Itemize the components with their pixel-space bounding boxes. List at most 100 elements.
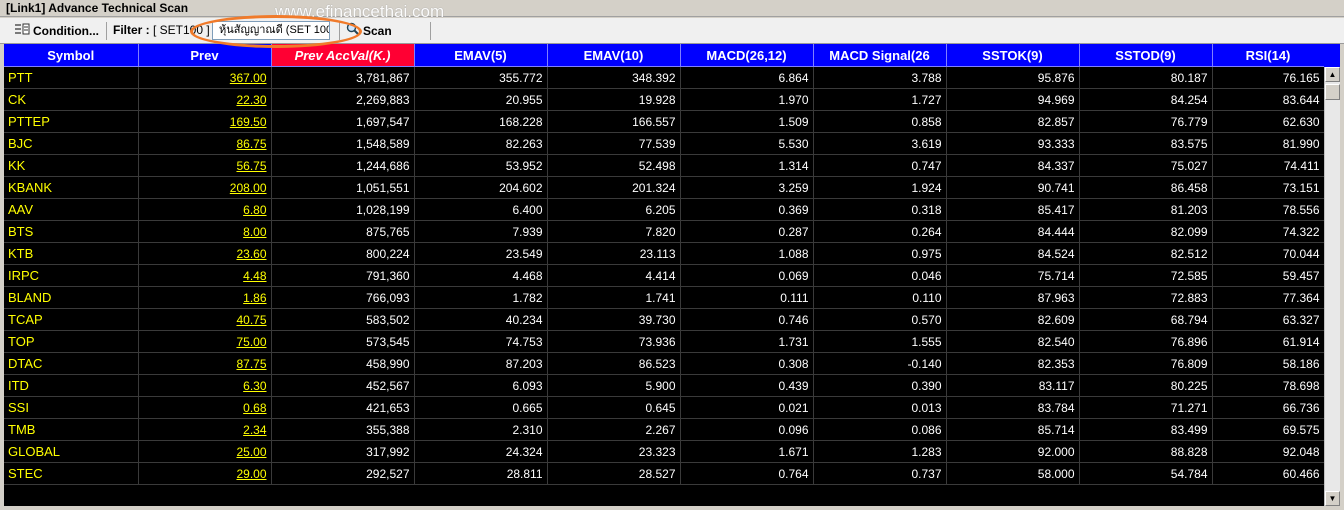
cell-prev-accval: 3,781,867 <box>271 66 415 89</box>
cell-prev[interactable]: 23.60 <box>138 242 272 265</box>
cell-emav5: 82.263 <box>414 132 548 155</box>
cell-prev[interactable]: 169.50 <box>138 110 272 133</box>
condition-button[interactable]: Condition... <box>14 20 99 41</box>
cell-emav10: 52.498 <box>547 154 681 177</box>
cell-macd: 1.731 <box>680 330 814 353</box>
cell-emav5: 6.400 <box>414 198 548 221</box>
cell-macd-signal: 1.555 <box>813 330 947 353</box>
table-row[interactable]: TCAP 40.75 583,502 40.234 39.730 0.746 0.570 82… <box>4 308 1325 331</box>
vertical-scrollbar[interactable]: ▲ ▼ <box>1324 67 1340 506</box>
table-row[interactable]: BLAND 1.86 766,093 1.782 1.741 0.111 0.110 87.9… <box>4 286 1325 309</box>
cell-prev[interactable]: 75.00 <box>138 330 272 353</box>
cell-rsi: 83.644 <box>1212 88 1325 111</box>
column-header-macd-signal[interactable]: MACD Signal(26 <box>813 44 947 67</box>
cell-emav5: 74.753 <box>414 330 548 353</box>
cell-sstod: 80.225 <box>1079 374 1213 397</box>
cell-macd: 1.088 <box>680 242 814 265</box>
cell-symbol: KK <box>4 154 139 177</box>
column-header-prev[interactable]: Prev <box>138 44 272 67</box>
cell-macd-signal: 1.283 <box>813 440 947 463</box>
cell-sstod: 81.203 <box>1079 198 1213 221</box>
table-row[interactable]: AAV 6.80 1,028,199 6.400 6.205 0.369 0.318 85.4… <box>4 198 1325 221</box>
cell-prev[interactable]: 22.30 <box>138 88 272 111</box>
cell-prev[interactable]: 0.68 <box>138 396 272 419</box>
table-row[interactable]: GLOBAL 25.00 317,992 24.324 23.323 1.671 1.283… <box>4 440 1325 463</box>
table-row[interactable]: SSI 0.68 421,653 0.665 0.645 0.021 0.013 83.784… <box>4 396 1325 419</box>
table-row[interactable]: KTB 23.60 800,224 23.549 23.113 1.088 0.975 84.… <box>4 242 1325 265</box>
cell-prev[interactable]: 87.75 <box>138 352 272 375</box>
table-row[interactable]: PTTEP 169.50 1,697,547 168.228 166.557 1.509 0… <box>4 110 1325 133</box>
cell-prev[interactable]: 8.00 <box>138 220 272 243</box>
cell-emav10: 7.820 <box>547 220 681 243</box>
scroll-down-icon[interactable]: ▼ <box>1325 491 1340 506</box>
cell-prev[interactable]: 208.00 <box>138 176 272 199</box>
table-row[interactable]: PTT 367.00 3,781,867 355.772 348.392 6.864 3.7… <box>4 66 1325 89</box>
cell-rsi: 62.630 <box>1212 110 1325 133</box>
cell-prev[interactable]: 367.00 <box>138 66 272 89</box>
results-table: Symbol Prev Prev AccVal(K.) EMAV(5) EMAV(10)… <box>4 44 1325 485</box>
cell-prev[interactable]: 25.00 <box>138 440 272 463</box>
cell-macd: 3.259 <box>680 176 814 199</box>
column-header-emav10[interactable]: EMAV(10) <box>547 44 681 67</box>
cell-prev[interactable]: 40.75 <box>138 308 272 331</box>
cell-sstok: 92.000 <box>946 440 1080 463</box>
cell-prev-accval: 421,653 <box>271 396 415 419</box>
column-header-sstok[interactable]: SSTOK(9) <box>946 44 1080 67</box>
cell-emav10: 166.557 <box>547 110 681 133</box>
table-row[interactable]: STEC 29.00 292,527 28.811 28.527 0.764 0.737 58… <box>4 462 1325 485</box>
table-row[interactable]: ITD 6.30 452,567 6.093 5.900 0.439 0.390 83.117… <box>4 374 1325 397</box>
column-header-sstod[interactable]: SSTOD(9) <box>1079 44 1213 67</box>
cell-symbol: PTTEP <box>4 110 139 133</box>
scan-results-grid[interactable]: Symbol Prev Prev AccVal(K.) EMAV(5) EMAV(10)… <box>4 44 1340 506</box>
cell-emav5: 168.228 <box>414 110 548 133</box>
cell-emav5: 87.203 <box>414 352 548 375</box>
cell-macd: 1.314 <box>680 154 814 177</box>
cell-macd: 1.970 <box>680 88 814 111</box>
cell-emav5: 6.093 <box>414 374 548 397</box>
cell-emav10: 23.113 <box>547 242 681 265</box>
cell-sstod: 83.499 <box>1079 418 1213 441</box>
cell-prev[interactable]: 56.75 <box>138 154 272 177</box>
cell-prev-accval: 1,697,547 <box>271 110 415 133</box>
cell-macd-signal: -0.140 <box>813 352 947 375</box>
column-header-emav5[interactable]: EMAV(5) <box>414 44 548 67</box>
cell-macd-signal: 0.570 <box>813 308 947 331</box>
table-row[interactable]: TMB 2.34 355,388 2.310 2.267 0.096 0.086 85.714… <box>4 418 1325 441</box>
cell-sstok: 93.333 <box>946 132 1080 155</box>
cell-emav10: 201.324 <box>547 176 681 199</box>
cell-macd: 0.746 <box>680 308 814 331</box>
cell-sstok: 82.540 <box>946 330 1080 353</box>
cell-emav10: 77.539 <box>547 132 681 155</box>
cell-rsi: 58.186 <box>1212 352 1325 375</box>
table-row[interactable]: BJC 86.75 1,548,589 82.263 77.539 5.530 3.619 9… <box>4 132 1325 155</box>
cell-macd-signal: 0.737 <box>813 462 947 485</box>
cell-prev[interactable]: 2.34 <box>138 418 272 441</box>
table-row[interactable]: KK 56.75 1,244,686 53.952 52.498 1.314 0.747 84… <box>4 154 1325 177</box>
table-row[interactable]: BTS 8.00 875,765 7.939 7.820 0.287 0.264 84.444… <box>4 220 1325 243</box>
table-row[interactable]: DTAC 87.75 458,990 87.203 86.523 0.308 -0.140 8… <box>4 352 1325 375</box>
cell-rsi: 78.698 <box>1212 374 1325 397</box>
filter-select[interactable]: หุ้นสัญญาณดี (SET 100) <box>212 21 330 40</box>
column-header-prev-accval[interactable]: Prev AccVal(K.) <box>271 44 415 67</box>
table-row[interactable]: KBANK 208.00 1,051,551 204.602 201.324 3.259 1… <box>4 176 1325 199</box>
column-header-rsi[interactable]: RSI(14) <box>1212 44 1325 67</box>
scroll-up-icon[interactable]: ▲ <box>1325 67 1340 82</box>
cell-prev[interactable]: 4.48 <box>138 264 272 287</box>
scan-button[interactable]: Scan <box>346 20 392 41</box>
cell-sstok: 75.714 <box>946 264 1080 287</box>
scroll-thumb[interactable] <box>1325 84 1340 100</box>
cell-prev[interactable]: 29.00 <box>138 462 272 485</box>
cell-prev[interactable]: 6.80 <box>138 198 272 221</box>
cell-sstok: 84.444 <box>946 220 1080 243</box>
cell-prev[interactable]: 86.75 <box>138 132 272 155</box>
column-header-symbol[interactable]: Symbol <box>4 44 139 67</box>
table-row[interactable]: TOP 75.00 573,545 74.753 73.936 1.731 1.555 82.… <box>4 330 1325 353</box>
column-header-macd[interactable]: MACD(26,12) <box>680 44 814 67</box>
cell-sstod: 75.027 <box>1079 154 1213 177</box>
cell-prev[interactable]: 6.30 <box>138 374 272 397</box>
cell-macd: 0.096 <box>680 418 814 441</box>
cell-prev[interactable]: 1.86 <box>138 286 272 309</box>
table-row[interactable]: IRPC 4.48 791,360 4.468 4.414 0.069 0.046 75.71… <box>4 264 1325 287</box>
table-row[interactable]: CK 22.30 2,269,883 20.955 19.928 1.970 1.727 94… <box>4 88 1325 111</box>
cell-emav10: 23.323 <box>547 440 681 463</box>
